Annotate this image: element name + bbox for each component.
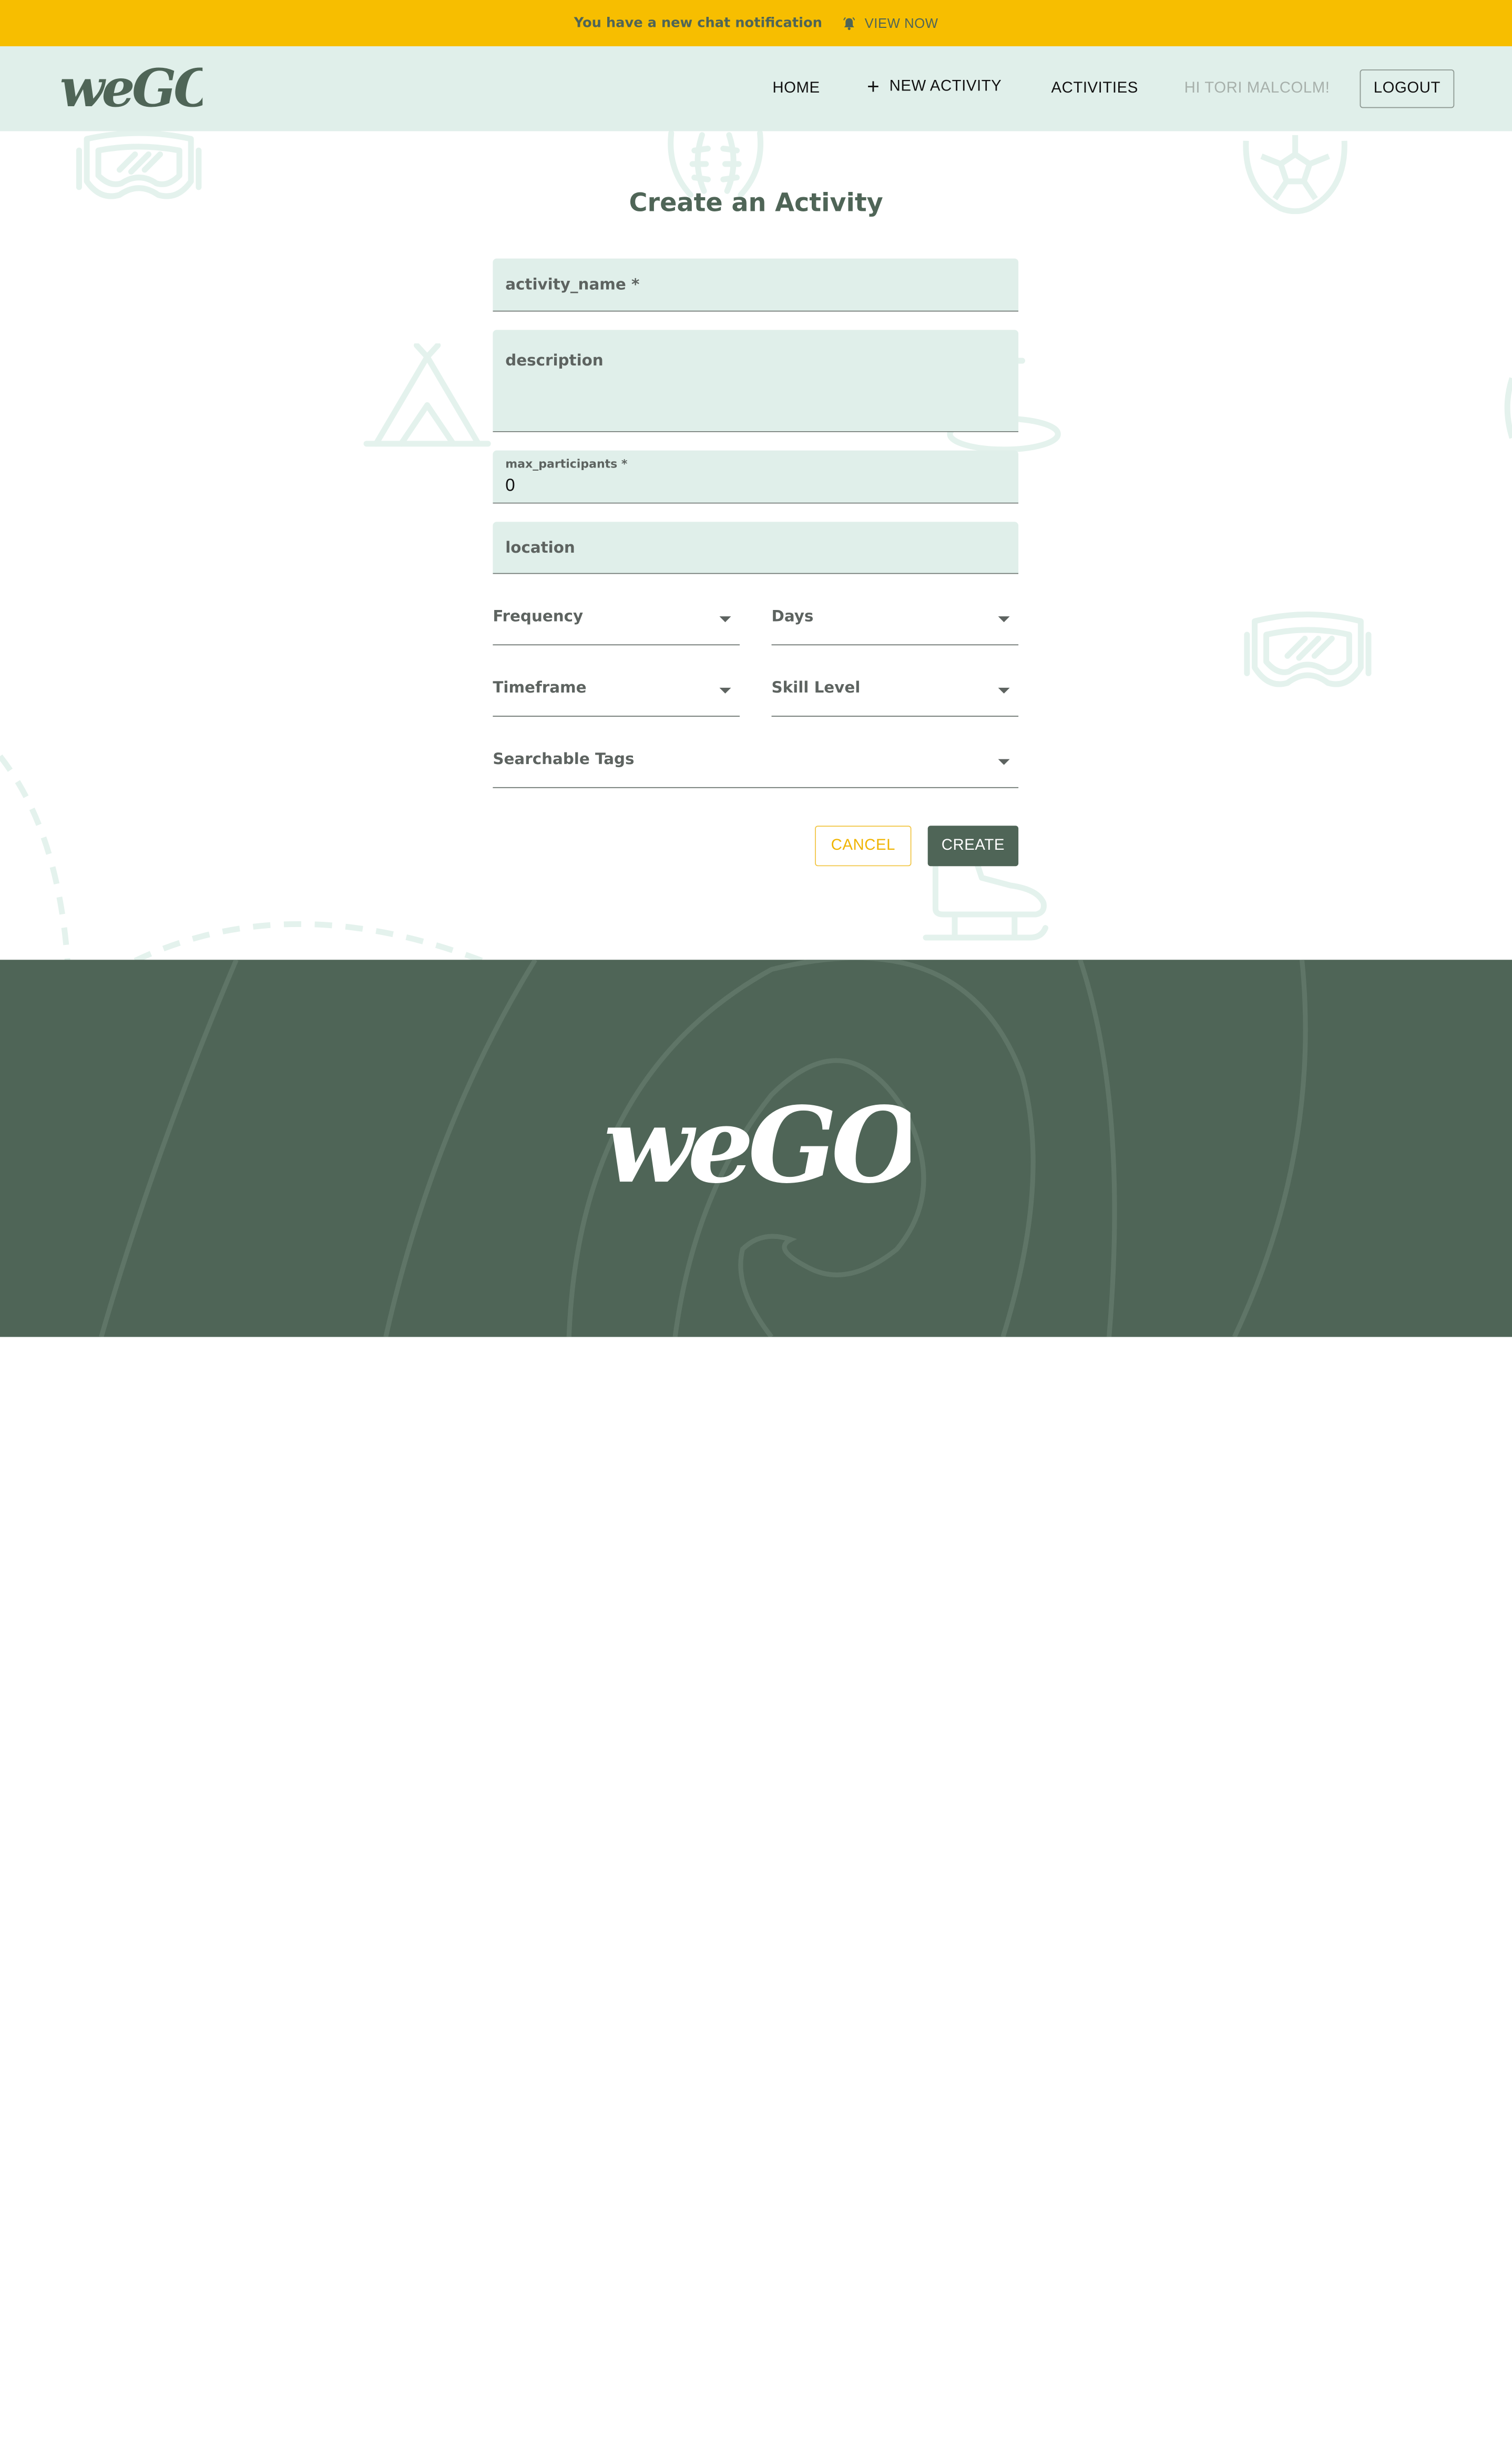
logo-text: weGO [60, 58, 202, 119]
footer-logo-text: weGO [604, 1085, 910, 1205]
caret-down-icon [998, 687, 1010, 694]
nav-new-activity-label: NEW ACTIVITY [889, 78, 1002, 95]
cancel-button[interactable]: CANCEL [815, 826, 912, 867]
timeframe-select[interactable]: Timeframe [493, 678, 740, 717]
nav-activities-label: ACTIVITIES [1051, 80, 1138, 97]
dashed-trail-decoration [0, 754, 484, 961]
nav-activities[interactable]: ACTIVITIES [1051, 46, 1138, 131]
max-participants-input[interactable]: max_participants * 0 [493, 450, 1019, 504]
caret-down-icon [998, 759, 1010, 765]
user-greeting: HI TORI MALCOLM! [1184, 46, 1330, 131]
nav-home[interactable]: HOME [772, 46, 820, 131]
view-now-label: VIEW NOW [864, 15, 938, 31]
logout-button[interactable]: LOGOUT [1360, 69, 1455, 108]
user-greeting-label: HI TORI MALCOLM! [1184, 80, 1330, 97]
tent-icon [363, 343, 491, 447]
frequency-label: Frequency [493, 606, 584, 625]
bell-icon [843, 16, 855, 30]
ball-edge-icon [1504, 377, 1512, 439]
caret-down-icon [998, 616, 1010, 623]
caret-down-icon [719, 616, 731, 623]
page-canvas: You have a new chat notification VIEW NO… [0, 0, 1512, 1337]
page-title: Create an Activity [629, 189, 883, 218]
ice-skate-icon [923, 857, 1048, 941]
plus-icon: + [867, 74, 880, 99]
skill-level-label: Skill Level [771, 678, 861, 697]
max-participants-value: 0 [505, 475, 515, 495]
nav-home-label: HOME [772, 80, 820, 97]
create-button[interactable]: CREATE [927, 826, 1019, 867]
timeframe-label: Timeframe [493, 678, 587, 697]
days-label: Days [771, 606, 814, 625]
description-label: description [505, 351, 604, 370]
wego-logo[interactable]: weGO [58, 56, 202, 119]
nav-new-activity[interactable]: + NEW ACTIVITY [867, 44, 1002, 129]
app-header: weGO HOME + NEW ACTIVITY ACTIVITIES HI T… [0, 46, 1512, 131]
notification-message: You have a new chat notification [574, 15, 822, 31]
location-label: location [505, 538, 575, 557]
max-participants-label: max_participants * [505, 457, 628, 471]
view-now-link[interactable]: VIEW NOW [842, 15, 938, 31]
searchable-tags-select[interactable]: Searchable Tags [493, 749, 1019, 788]
footer-wego-logo[interactable]: weGO [602, 1085, 911, 1205]
frequency-select[interactable]: Frequency [493, 606, 740, 646]
ski-goggles-icon [1244, 612, 1372, 687]
activity-name-label: activity_name * [505, 274, 640, 293]
footer: weGO [0, 960, 1512, 1337]
description-textarea[interactable]: description [493, 330, 1019, 432]
caret-down-icon [719, 687, 731, 694]
days-select[interactable]: Days [771, 606, 1019, 646]
location-input[interactable]: location [493, 522, 1019, 574]
notification-bar: You have a new chat notification VIEW NO… [0, 0, 1512, 47]
skill-level-select[interactable]: Skill Level [771, 678, 1019, 717]
searchable-tags-label: Searchable Tags [493, 749, 635, 768]
activity-name-input[interactable]: activity_name * [493, 258, 1019, 312]
